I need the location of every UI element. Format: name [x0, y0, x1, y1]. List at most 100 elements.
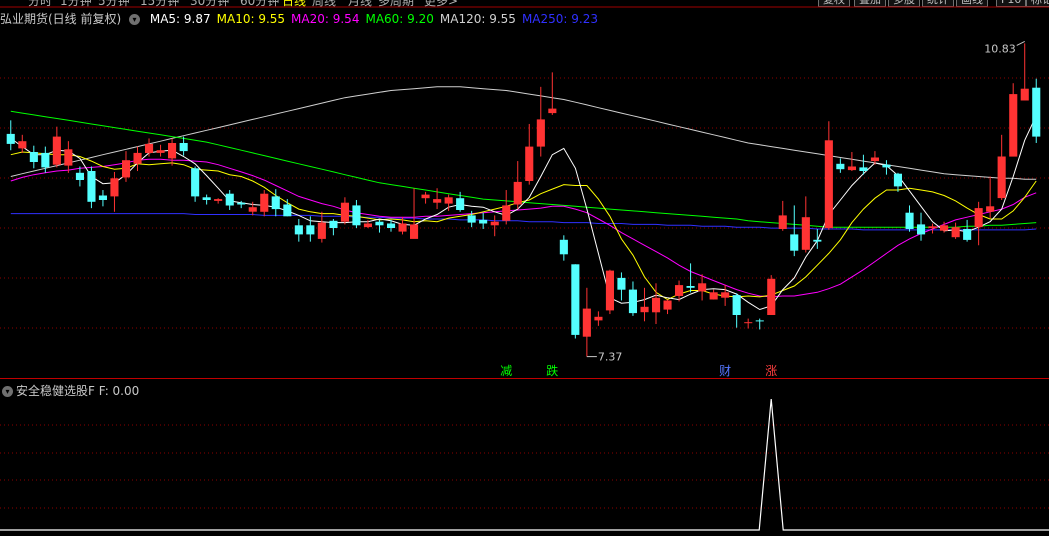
candle-body — [248, 207, 257, 212]
candle-body — [225, 193, 234, 206]
indicator-line — [0, 398, 1049, 531]
candle-body — [709, 292, 718, 300]
candle-body — [456, 198, 465, 210]
candle-body — [582, 308, 591, 337]
high-pointer — [1016, 40, 1025, 46]
candle-body — [214, 199, 223, 201]
candle-body — [663, 300, 672, 310]
candle-body — [52, 136, 61, 165]
candle-body — [421, 194, 430, 199]
candle-body — [525, 146, 534, 181]
chevron-down-icon[interactable]: ▾ — [2, 386, 13, 397]
candle-body — [1009, 94, 1018, 157]
indicator-legend: ▾ 安全稳健选股F F: 0.00 — [2, 382, 139, 399]
candle-body — [490, 221, 499, 226]
low-label: 7.37 — [598, 351, 623, 364]
candle-body — [640, 306, 649, 313]
candle-body — [18, 141, 27, 149]
candle-body — [1020, 88, 1029, 101]
candle-body — [824, 140, 833, 229]
candle-body — [283, 204, 292, 217]
high-label: 10.83 — [984, 42, 1016, 55]
candle-body — [410, 224, 419, 239]
candle-body — [905, 212, 914, 229]
candle-body — [133, 152, 142, 164]
candle-body — [329, 220, 338, 228]
candle-body — [698, 283, 707, 292]
candle-body — [260, 193, 269, 212]
candle-body — [237, 202, 246, 205]
candle-body — [110, 178, 119, 197]
candle-body — [6, 133, 15, 144]
candle-body — [836, 163, 845, 170]
candle-body — [502, 205, 511, 221]
candle-body — [363, 223, 372, 228]
candle-body — [928, 226, 937, 229]
candle-body — [41, 152, 50, 168]
candle-body — [306, 225, 315, 235]
ma10-line — [10, 151, 1037, 301]
candle-body — [352, 205, 361, 226]
candle-body — [790, 234, 799, 251]
candle-body — [271, 196, 280, 210]
candle-body — [940, 225, 949, 231]
candle-body — [594, 316, 603, 321]
candle-body — [605, 270, 614, 311]
candle-body — [917, 224, 926, 235]
candle-body — [433, 199, 442, 203]
candle-body — [893, 173, 902, 187]
ma120-line — [10, 86, 1037, 180]
signal-mark: 减 — [500, 364, 512, 378]
candle-body — [375, 221, 384, 226]
candle-body — [571, 264, 580, 335]
candle-body — [744, 322, 753, 324]
candle-body — [859, 167, 868, 171]
candle-body — [652, 297, 661, 313]
candle-body — [294, 225, 303, 235]
candle-body — [732, 295, 741, 315]
ma5-line — [10, 115, 1037, 311]
candle-body — [559, 239, 568, 255]
candle-body — [317, 222, 326, 239]
candle-body — [755, 320, 764, 322]
candle-body — [467, 215, 476, 223]
candle-body — [951, 227, 960, 238]
candle-body — [444, 197, 453, 204]
candle-body — [340, 202, 349, 222]
indicator-legend-text: 安全稳健选股F F: 0.00 — [16, 384, 140, 398]
candle-body — [536, 119, 545, 147]
candle-body — [721, 292, 730, 298]
candle-body — [513, 181, 522, 205]
candle-body — [98, 195, 107, 200]
candle-body — [387, 223, 396, 228]
candle-body — [686, 286, 695, 288]
candle-body — [122, 160, 131, 178]
signal-mark: 涨 — [765, 363, 777, 378]
candle-body — [813, 239, 822, 242]
candle-body — [617, 277, 626, 290]
signal-mark: 跌 — [546, 363, 558, 378]
candle-body — [628, 289, 637, 314]
candle-body — [974, 208, 983, 228]
candle-body — [29, 152, 38, 162]
candle-body — [870, 157, 879, 162]
candle-body — [202, 197, 211, 200]
price-chart: 10.83 7.37 减 跌 财 涨 — [0, 6, 1049, 531]
candle-body — [179, 143, 188, 152]
candle-body — [398, 223, 407, 232]
candle-body — [145, 143, 154, 153]
candle-body — [156, 150, 165, 153]
candle-body — [963, 229, 972, 240]
candle-body — [986, 206, 995, 212]
candle-body — [479, 219, 488, 224]
candle-body — [87, 171, 96, 202]
candle-body — [675, 285, 684, 296]
candle-body — [801, 217, 810, 250]
candle-body — [168, 143, 177, 159]
candle-body — [847, 166, 856, 171]
candle-body — [191, 168, 200, 197]
candle-body — [997, 156, 1006, 199]
candle-body — [882, 164, 891, 168]
candle-body — [75, 172, 84, 180]
candle-body — [64, 149, 73, 166]
